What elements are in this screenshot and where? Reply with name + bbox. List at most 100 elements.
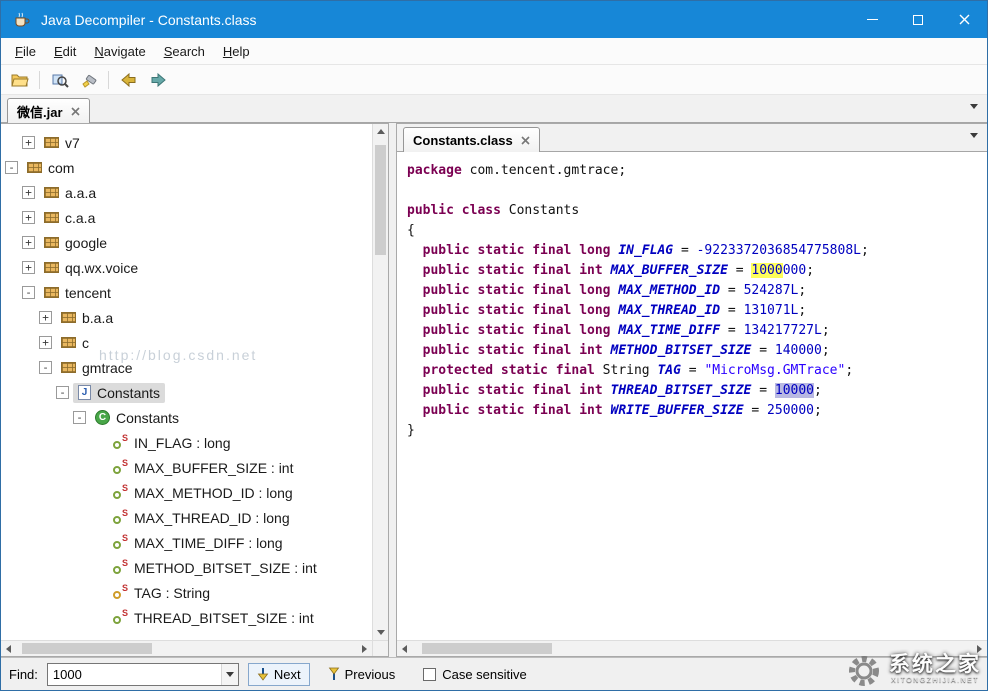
code-editor[interactable]: package com.tencent.gmtrace; public clas… bbox=[397, 152, 987, 640]
tree-node[interactable]: STAG : String bbox=[107, 583, 215, 603]
maximize-button[interactable] bbox=[895, 1, 941, 38]
tree-horizontal-scrollbar[interactable] bbox=[1, 640, 372, 656]
tab-weixin-jar[interactable]: 微信.jar bbox=[7, 98, 90, 123]
menu-item-edit[interactable]: Edit bbox=[45, 40, 85, 63]
tree-node[interactable]: com bbox=[22, 158, 79, 178]
collapse-toggle-icon[interactable]: - bbox=[39, 361, 52, 374]
expand-toggle-icon[interactable]: + bbox=[39, 336, 52, 349]
menu-item-file[interactable]: File bbox=[6, 40, 45, 63]
tree-item-c[interactable]: +c bbox=[1, 330, 372, 355]
code-horizontal-scrollbar[interactable] bbox=[397, 640, 987, 656]
code-token: IN_FLAG bbox=[618, 243, 673, 258]
tree-item-thread-bitset-size-int[interactable]: STHREAD_BITSET_SIZE : int bbox=[1, 605, 372, 630]
scroll-up-icon[interactable] bbox=[377, 129, 385, 134]
tree-item-a-a-a[interactable]: + a.a.a bbox=[1, 180, 372, 205]
scroll-thumb[interactable] bbox=[422, 643, 552, 654]
back-button[interactable] bbox=[115, 68, 142, 92]
code-line: } bbox=[407, 421, 987, 441]
tree-item-max-time-diff-long[interactable]: SMAX_TIME_DIFF : long bbox=[1, 530, 372, 555]
tree-item-max-thread-id-long[interactable]: SMAX_THREAD_ID : long bbox=[1, 505, 372, 530]
tree-item-v7[interactable]: + v7 bbox=[1, 130, 372, 155]
tree-item-qq-wx-voice[interactable]: + qq.wx.voice bbox=[1, 255, 372, 280]
tree-view[interactable]: +v7-com+a.a.a+c.a.a+google+qq.wx.voice-t… bbox=[1, 124, 372, 640]
tree-item-tencent[interactable]: -tencent bbox=[1, 280, 372, 305]
tree-item-b-a-a[interactable]: + b.a.a bbox=[1, 305, 372, 330]
tree-item-tag-string[interactable]: STAG : String bbox=[1, 580, 372, 605]
menu-item-navigate[interactable]: Navigate bbox=[85, 40, 154, 63]
scroll-right-icon[interactable] bbox=[977, 645, 982, 653]
panel-splitter[interactable] bbox=[389, 123, 396, 657]
find-next-button[interactable]: Next bbox=[248, 663, 310, 686]
tree-node[interactable]: google bbox=[39, 233, 112, 253]
tree-node[interactable]: CConstants bbox=[90, 408, 184, 428]
expand-toggle-icon[interactable]: + bbox=[22, 261, 35, 274]
tree-item-max-method-id-long[interactable]: SMAX_METHOD_ID : long bbox=[1, 480, 372, 505]
tree-node[interactable]: SMAX_THREAD_ID : long bbox=[107, 508, 295, 528]
scroll-track[interactable] bbox=[16, 641, 357, 656]
open-type-button[interactable] bbox=[46, 68, 73, 92]
tree-node[interactable]: SMAX_METHOD_ID : long bbox=[107, 483, 298, 503]
tab-list-dropdown-icon[interactable] bbox=[970, 104, 978, 109]
tree-node[interactable]: qq.wx.voice bbox=[39, 258, 143, 278]
combo-dropdown-icon[interactable] bbox=[221, 664, 238, 685]
expand-toggle-icon[interactable]: + bbox=[39, 311, 52, 324]
tree-node[interactable]: SMAX_BUFFER_SIZE : int bbox=[107, 458, 298, 478]
tree-node[interactable]: c bbox=[56, 333, 94, 353]
tree-node[interactable]: SIN_FLAG : long bbox=[107, 433, 236, 453]
expand-toggle-icon[interactable]: + bbox=[22, 211, 35, 224]
scroll-thumb[interactable] bbox=[375, 145, 386, 255]
scroll-down-icon[interactable] bbox=[377, 630, 385, 635]
tree-node[interactable]: b.a.a bbox=[56, 308, 118, 328]
scroll-left-icon[interactable] bbox=[402, 645, 407, 653]
find-previous-button[interactable]: Previous bbox=[319, 663, 405, 686]
tree-node[interactable]: SMETHOD_BITSET_SIZE : int bbox=[107, 558, 322, 578]
collapse-toggle-icon[interactable]: - bbox=[5, 161, 18, 174]
menu-item-help[interactable]: Help bbox=[214, 40, 259, 63]
collapse-toggle-icon[interactable]: - bbox=[73, 411, 86, 424]
tree-item-in-flag-long[interactable]: SIN_FLAG : long bbox=[1, 430, 372, 455]
scroll-track[interactable] bbox=[412, 641, 972, 656]
forward-button[interactable] bbox=[144, 68, 171, 92]
case-sensitive-option[interactable]: Case sensitive bbox=[423, 667, 527, 682]
tree-item-google[interactable]: + google bbox=[1, 230, 372, 255]
scroll-track[interactable] bbox=[373, 139, 388, 625]
menu-item-search[interactable]: Search bbox=[155, 40, 214, 63]
scroll-right-icon[interactable] bbox=[362, 645, 367, 653]
tree-item-gmtrace[interactable]: -gmtrace bbox=[1, 355, 372, 380]
tab-constants-class[interactable]: Constants.class bbox=[403, 127, 540, 152]
find-input[interactable] bbox=[48, 664, 221, 685]
minimize-button[interactable] bbox=[849, 1, 895, 38]
code-token bbox=[407, 243, 423, 258]
collapse-toggle-icon[interactable]: - bbox=[56, 386, 69, 399]
tree-vertical-scrollbar[interactable] bbox=[372, 124, 388, 640]
tree-item-c-a-a[interactable]: + c.a.a bbox=[1, 205, 372, 230]
expand-toggle-icon[interactable]: + bbox=[22, 236, 35, 249]
expand-toggle-icon[interactable]: + bbox=[22, 136, 35, 149]
expand-toggle-icon[interactable]: + bbox=[22, 186, 35, 199]
tab-close-icon[interactable] bbox=[71, 107, 80, 116]
tab-list-dropdown-icon[interactable] bbox=[970, 133, 978, 138]
tab-close-icon[interactable] bbox=[521, 136, 530, 145]
scroll-left-icon[interactable] bbox=[6, 645, 11, 653]
tree-node[interactable]: a.a.a bbox=[39, 183, 101, 203]
tree-node[interactable]: gmtrace bbox=[56, 358, 138, 378]
tree-item-constants[interactable]: -CConstants bbox=[1, 405, 372, 430]
open-file-button[interactable] bbox=[6, 68, 33, 92]
close-button[interactable] bbox=[941, 1, 987, 38]
tree-node[interactable]: tencent bbox=[39, 283, 116, 303]
tree-item-constants[interactable]: -JConstants bbox=[1, 380, 372, 405]
tree-item-com[interactable]: -com bbox=[1, 155, 372, 180]
tree-node[interactable]: v7 bbox=[39, 133, 85, 153]
search-button[interactable] bbox=[75, 68, 102, 92]
collapse-toggle-icon[interactable]: - bbox=[22, 286, 35, 299]
tree-node[interactable]: c.a.a bbox=[39, 208, 100, 228]
case-sensitive-checkbox[interactable] bbox=[423, 668, 436, 681]
tree-item-method-bitset-size-int[interactable]: SMETHOD_BITSET_SIZE : int bbox=[1, 555, 372, 580]
code-token: protected static final bbox=[423, 363, 595, 378]
scroll-thumb[interactable] bbox=[22, 643, 152, 654]
tree-node-selected[interactable]: JConstants bbox=[73, 383, 165, 403]
tree-node[interactable]: STHREAD_BITSET_SIZE : int bbox=[107, 608, 319, 628]
find-combobox[interactable] bbox=[47, 663, 239, 686]
tree-item-max-buffer-size-int[interactable]: SMAX_BUFFER_SIZE : int bbox=[1, 455, 372, 480]
tree-node[interactable]: SMAX_TIME_DIFF : long bbox=[107, 533, 288, 553]
